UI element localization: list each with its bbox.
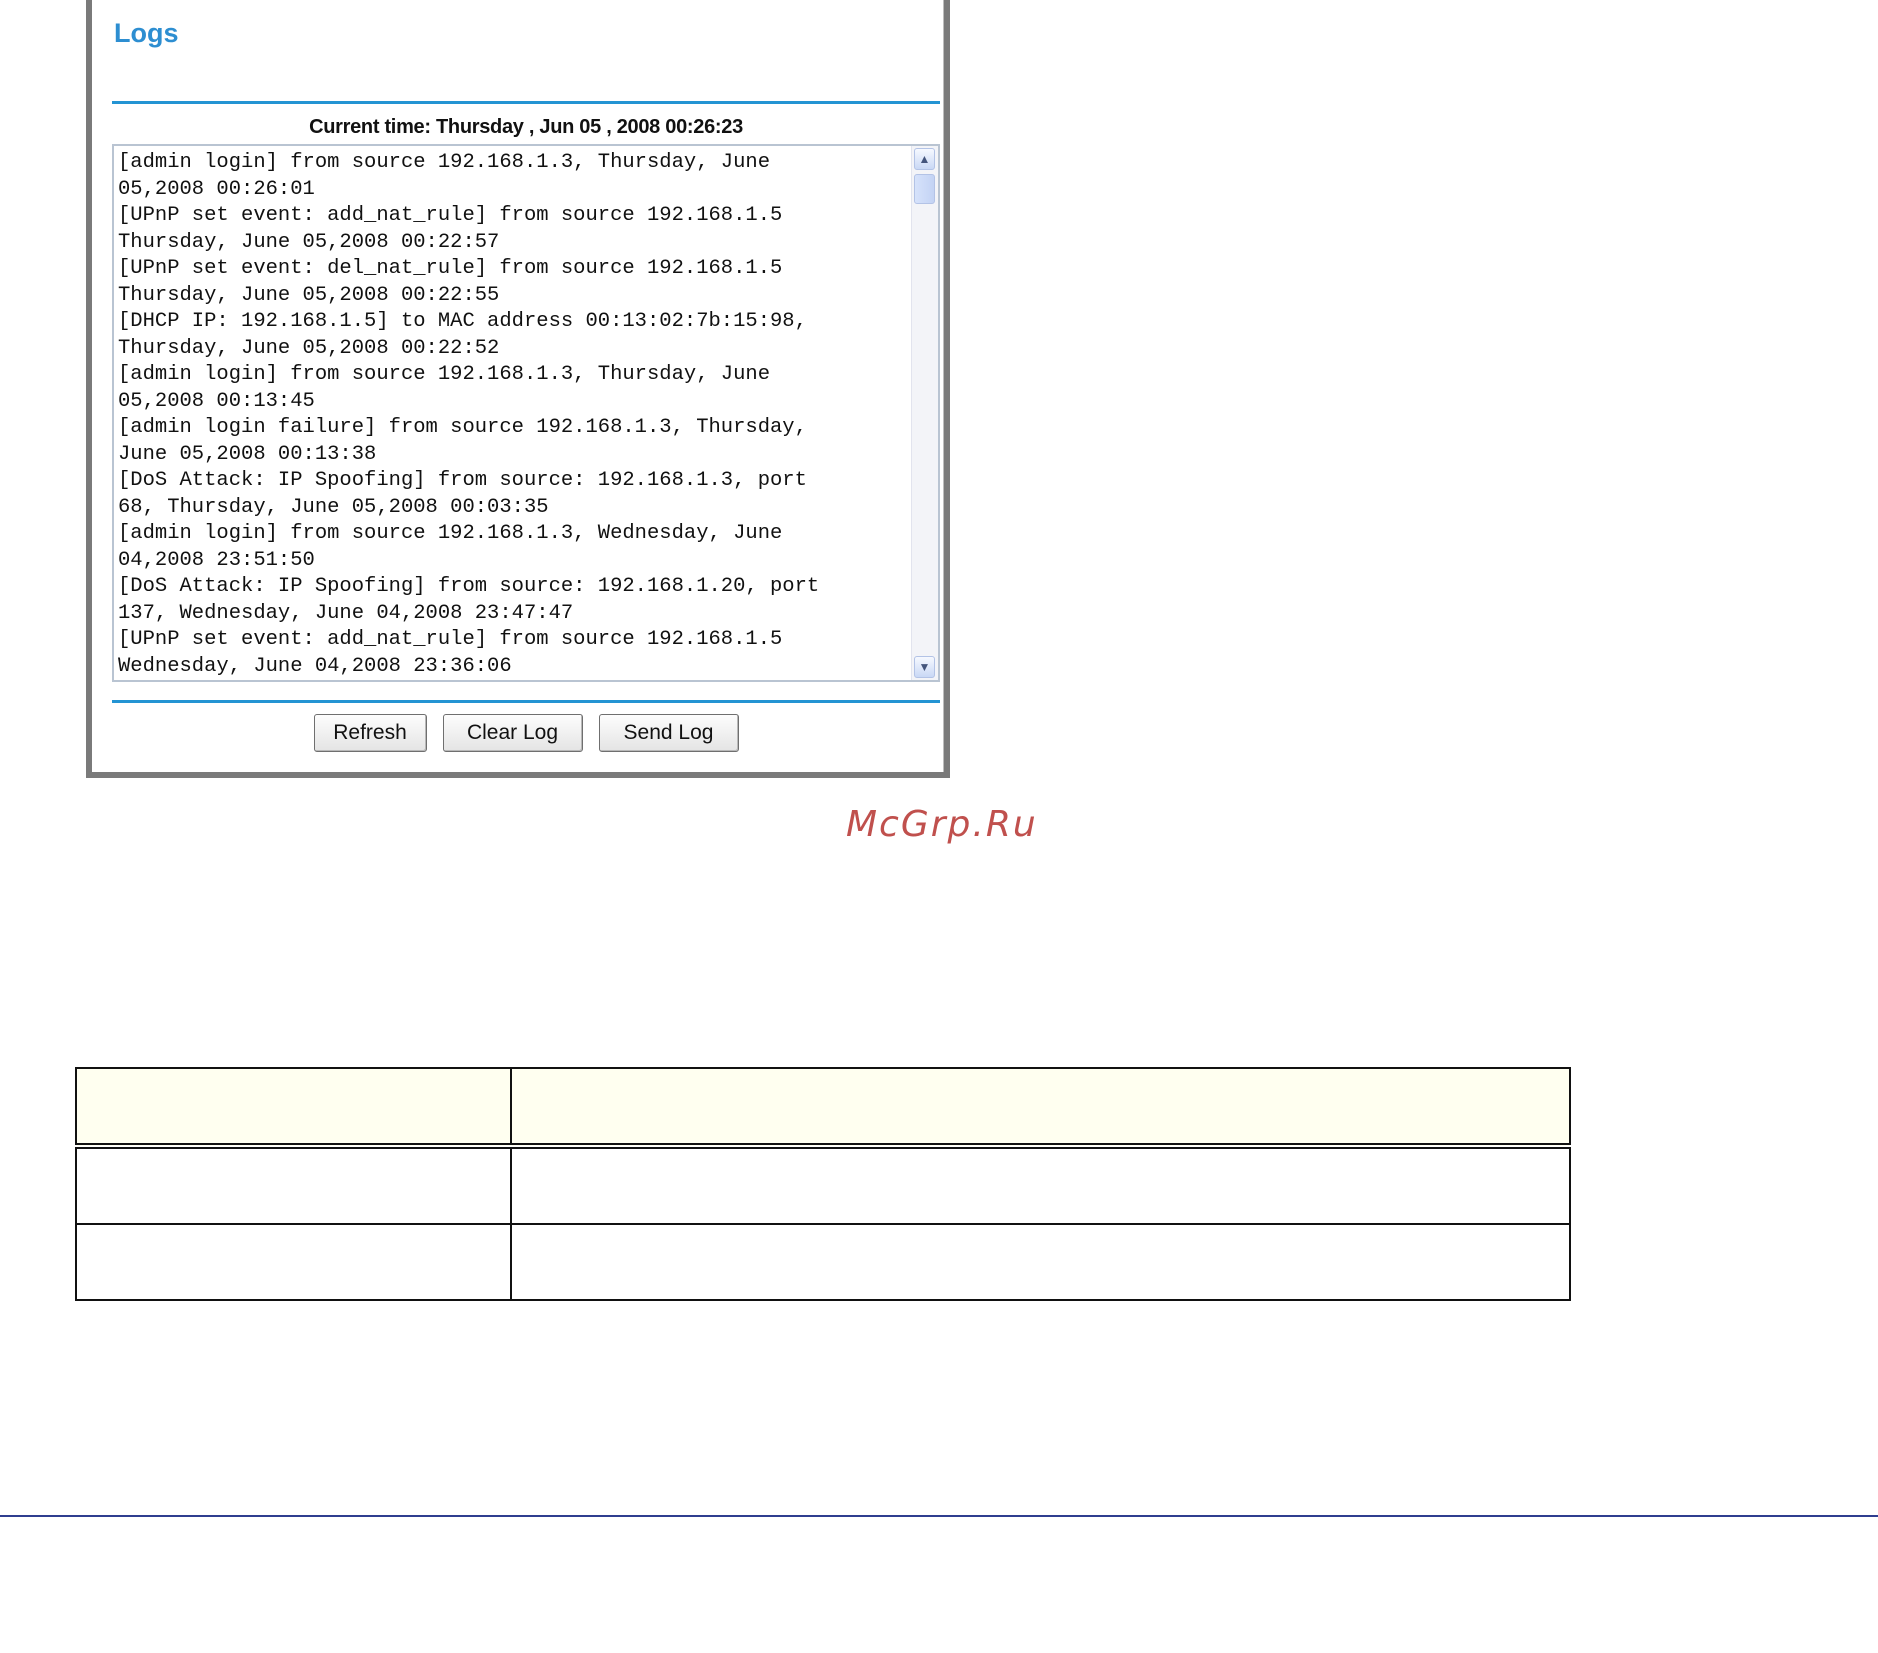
scroll-up-icon[interactable]: ▲: [914, 148, 935, 170]
clear-log-button[interactable]: Clear Log: [442, 714, 583, 752]
table-header-cell: [510, 1067, 1571, 1149]
table-cell: [75, 1223, 512, 1301]
table-header-cell: [75, 1067, 512, 1149]
log-text: [admin login] from source 192.168.1.3, T…: [118, 151, 820, 678]
settings-table: [75, 1067, 1571, 1301]
log-scrollbar[interactable]: ▲ ▼: [911, 146, 938, 680]
title-divider: [112, 101, 940, 104]
scroll-down-icon[interactable]: ▼: [914, 656, 935, 678]
table-cell: [75, 1145, 512, 1225]
table-cell: [510, 1223, 1571, 1301]
table-cell: [510, 1145, 1571, 1225]
current-time: Current time: Thursday , Jun 05 , 2008 0…: [309, 116, 743, 138]
table-row: [75, 1145, 1571, 1225]
send-log-button[interactable]: Send Log: [598, 714, 739, 752]
buttons-divider: [112, 700, 940, 703]
log-textarea[interactable]: [admin login] from source 192.168.1.3, T…: [112, 144, 940, 682]
watermark: McGrp.Ru: [846, 804, 1038, 845]
refresh-button[interactable]: Refresh: [313, 714, 427, 752]
table-header-row: [75, 1067, 1571, 1149]
table-row: [75, 1223, 1571, 1301]
logs-panel: Logs Current time: Thursday , Jun 05 , 2…: [86, 0, 950, 778]
scroll-thumb[interactable]: [914, 174, 935, 204]
page-title: Logs: [114, 18, 179, 48]
button-row: Refresh Clear Log Send Log: [112, 714, 940, 754]
footer-divider: [0, 1515, 1878, 1517]
